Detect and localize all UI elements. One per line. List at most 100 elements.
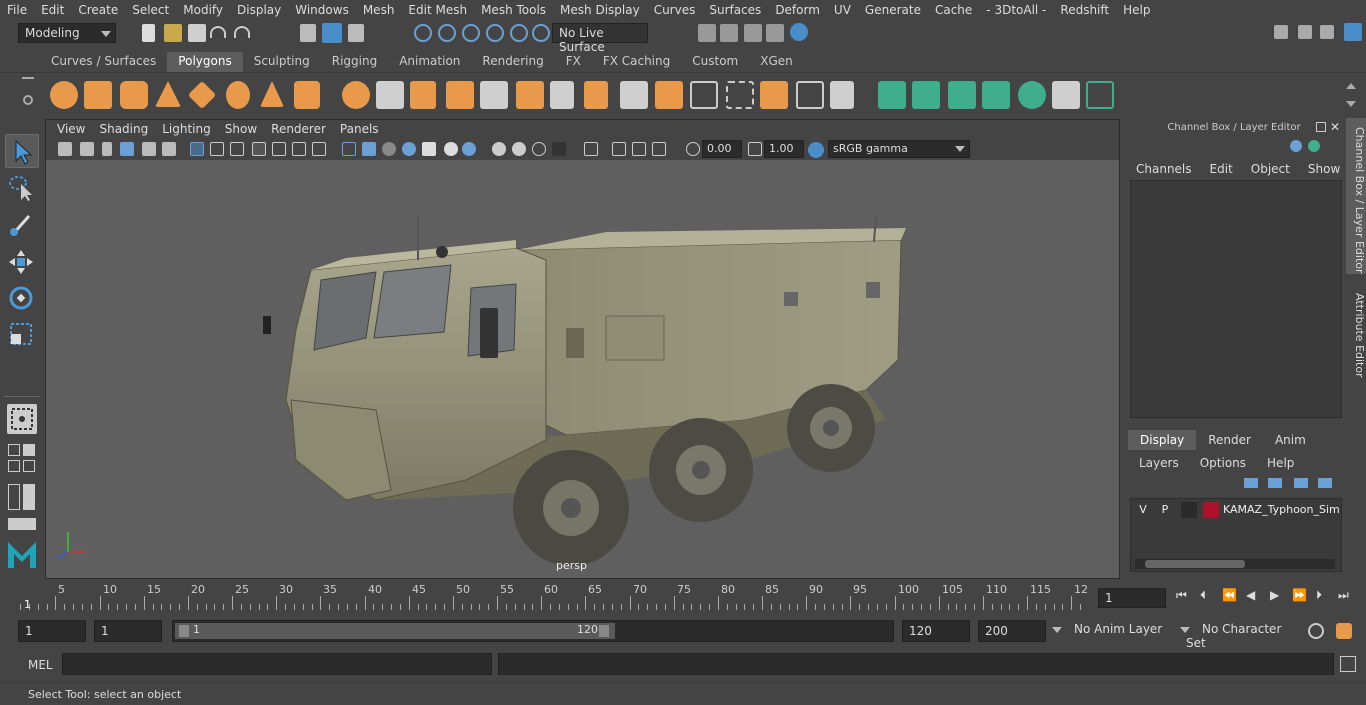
menu-edit-mesh[interactable]: Edit Mesh: [401, 3, 474, 17]
animation-start-field[interactable]: 1: [18, 620, 86, 642]
shelf-tab-custom[interactable]: Custom: [681, 52, 750, 72]
layer-tab-display[interactable]: Display: [1128, 430, 1197, 450]
xray-components-icon[interactable]: [652, 142, 666, 156]
menu-redshift[interactable]: Redshift: [1053, 3, 1116, 17]
step-back-key-button[interactable]: ⏪: [1222, 588, 1237, 602]
multi-cut-icon[interactable]: [550, 81, 574, 109]
image-plane-icon[interactable]: [120, 142, 134, 156]
exposure-icon[interactable]: [686, 142, 700, 156]
safe-action-icon[interactable]: [292, 142, 306, 156]
gate-mask-icon[interactable]: [252, 142, 266, 156]
snap-surface-icon[interactable]: [510, 24, 528, 42]
layer-tab-render[interactable]: Render: [1196, 430, 1263, 450]
motion-blur-icon[interactable]: [512, 142, 526, 156]
shelf-tab-xgen[interactable]: XGen: [749, 52, 804, 72]
outliner-toggle-icon[interactable]: [8, 484, 20, 510]
append-polygon-icon[interactable]: [620, 81, 648, 109]
snap-point-icon[interactable]: [462, 24, 480, 42]
new-layer-selected-icon[interactable]: [1318, 478, 1332, 488]
shadows-icon[interactable]: [462, 142, 476, 156]
panel-menu-view[interactable]: View: [50, 120, 92, 140]
shelf-settings-gear-icon[interactable]: [23, 95, 33, 105]
channel-box-menu-object[interactable]: Object: [1245, 162, 1302, 176]
bridge-icon[interactable]: [584, 81, 608, 109]
gamma-icon[interactable]: [748, 142, 762, 156]
time-slider-ruler[interactable]: 5 10 15 20 25 30 35 40 45 50 55 60 65 70 75 80 85 90 95 100…: [18, 582, 1090, 611]
layer-menu-options[interactable]: Options: [1193, 456, 1260, 470]
xray-icon[interactable]: [612, 142, 626, 156]
character-set-dropdown[interactable]: No Character Set: [1180, 620, 1298, 650]
safe-title-icon[interactable]: [312, 142, 326, 156]
panel-menu-lighting[interactable]: Lighting: [155, 120, 218, 140]
textured-icon[interactable]: [422, 142, 436, 156]
xray-joints-icon[interactable]: [632, 142, 646, 156]
undo-icon[interactable]: [210, 26, 226, 38]
render-current-icon[interactable]: [698, 24, 716, 42]
color-space-dropdown[interactable]: sRGB gamma: [828, 140, 970, 158]
rotate-tool[interactable]: [5, 282, 39, 316]
shelf-tab-fx-caching[interactable]: FX Caching: [591, 52, 682, 72]
menu-mesh[interactable]: Mesh: [356, 3, 402, 17]
select-component-icon[interactable]: [348, 24, 364, 42]
manipulator-icon[interactable]: [1290, 140, 1302, 152]
menu-uv[interactable]: UV: [827, 3, 858, 17]
panel-menu-show[interactable]: Show: [218, 120, 264, 140]
open-scene-icon[interactable]: [164, 24, 182, 42]
mode-dropdown[interactable]: Modeling: [18, 23, 116, 43]
animation-end-field[interactable]: 200: [978, 620, 1046, 642]
select-tool[interactable]: [5, 134, 39, 168]
current-frame-field[interactable]: 1: [1098, 588, 1166, 608]
resolution-gate-icon[interactable]: [230, 142, 244, 156]
channel-box-menu-edit[interactable]: Edit: [1204, 162, 1245, 176]
uv-unfold-icon[interactable]: [1086, 81, 1114, 109]
poly-pipe-icon[interactable]: [294, 81, 320, 109]
time-slider[interactable]: 5 10 15 20 25 30 35 40 45 50 55 60 65 70 75 80 85 90 95 100…: [0, 580, 1366, 616]
panel-layout-toggle-icon[interactable]: [23, 484, 35, 510]
smooth-icon[interactable]: [446, 81, 474, 109]
save-scene-icon[interactable]: [188, 24, 206, 42]
uv-editor-icon[interactable]: [1052, 81, 1080, 109]
fill-hole-icon[interactable]: [655, 81, 683, 109]
perspective-viewport[interactable]: persp: [46, 160, 1119, 578]
extrude-icon[interactable]: [516, 81, 544, 109]
shelf-scroll-down-icon[interactable]: [1346, 101, 1356, 107]
poly-pyramid-icon[interactable]: [260, 81, 284, 107]
smooth-shade-icon[interactable]: [362, 142, 376, 156]
default-material-icon[interactable]: [382, 142, 396, 156]
shelf-tab-rigging[interactable]: Rigging: [320, 52, 389, 72]
insert-edge-loop-icon[interactable]: [690, 81, 718, 109]
menu-modify[interactable]: Modify: [176, 3, 230, 17]
range-start-grip[interactable]: [179, 625, 189, 637]
attribute-editor-side-tab[interactable]: Attribute Editor: [1346, 284, 1366, 378]
poly-cube-icon[interactable]: [84, 81, 112, 109]
shelf-tab-animation[interactable]: Animation: [388, 52, 472, 72]
auto-key-icon[interactable]: [1308, 623, 1324, 639]
channel-box-menu-channels[interactable]: Channels: [1130, 162, 1204, 176]
select-hierarchy-icon[interactable]: [300, 24, 316, 42]
menu-display[interactable]: Display: [230, 3, 288, 17]
layer-color-swatch[interactable]: [1203, 502, 1219, 518]
layer-scrollbar-thumb[interactable]: [1145, 560, 1245, 568]
play-forwards-button[interactable]: ▶: [1270, 588, 1279, 602]
panel-menu-shading[interactable]: Shading: [92, 120, 155, 140]
wireframe-on-shaded-icon[interactable]: [402, 142, 416, 156]
snap-view-plane-icon[interactable]: [486, 24, 504, 42]
ambient-occlusion-icon[interactable]: [492, 142, 506, 156]
uv-cylindrical-icon[interactable]: [912, 81, 940, 109]
grease-pencil-icon[interactable]: [162, 142, 176, 156]
menu-mesh-display[interactable]: Mesh Display: [553, 3, 647, 17]
poly-plane-icon[interactable]: [187, 80, 217, 110]
snap-grid-icon[interactable]: [414, 24, 432, 42]
redo-icon[interactable]: [234, 26, 250, 38]
live-surface-field[interactable]: No Live Surface: [552, 23, 648, 54]
persp-graph-layout-icon[interactable]: [23, 460, 35, 472]
poly-cone-icon[interactable]: [155, 81, 181, 107]
bookmark-icon[interactable]: [102, 142, 112, 156]
wireframe-icon[interactable]: [342, 142, 356, 156]
menu-cache[interactable]: Cache: [928, 3, 979, 17]
channel-box-toggle-icon[interactable]: [1344, 23, 1362, 41]
merge-icon[interactable]: [760, 81, 788, 109]
persp-outliner-layout-icon[interactable]: [8, 460, 20, 472]
modeling-toolkit-icon[interactable]: [1298, 25, 1312, 39]
camera-attributes-icon[interactable]: [80, 142, 94, 156]
